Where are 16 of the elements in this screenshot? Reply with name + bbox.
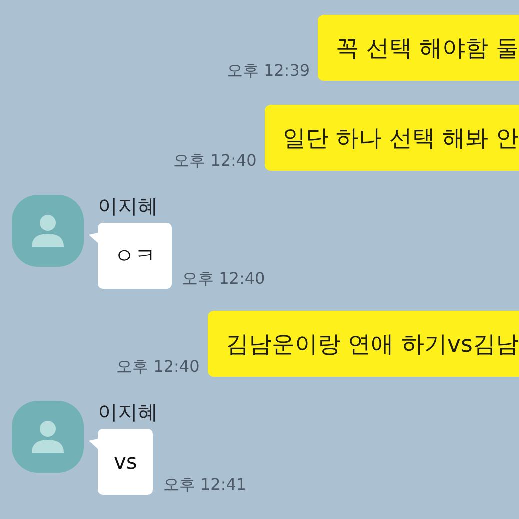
received-message: vs [98, 429, 154, 495]
message-time: 오후 12:40 [174, 153, 257, 169]
received-message: ㅇㅋ [98, 223, 172, 289]
message-time: 오후 12:40 [182, 271, 266, 287]
bubble-tail [89, 233, 98, 243]
message-time: 오후 12:41 [163, 477, 247, 493]
sender-name: 이지혜 [98, 401, 159, 423]
sent-message: 일단 하나 선택 해봐 안 [264, 105, 519, 171]
message-time: 오후 12:39 [226, 63, 310, 79]
sent-message: 꼭 선택 해야함 둘 [318, 15, 519, 81]
avatar-icon [12, 195, 84, 267]
avatar-icon [12, 401, 84, 473]
sender-name: 이지혜 [98, 195, 159, 217]
message-time: 오후 12:40 [116, 359, 200, 375]
bubble-tail [89, 439, 98, 449]
sent-message: 김남운이랑 연애 하기vs김남 [208, 311, 519, 377]
